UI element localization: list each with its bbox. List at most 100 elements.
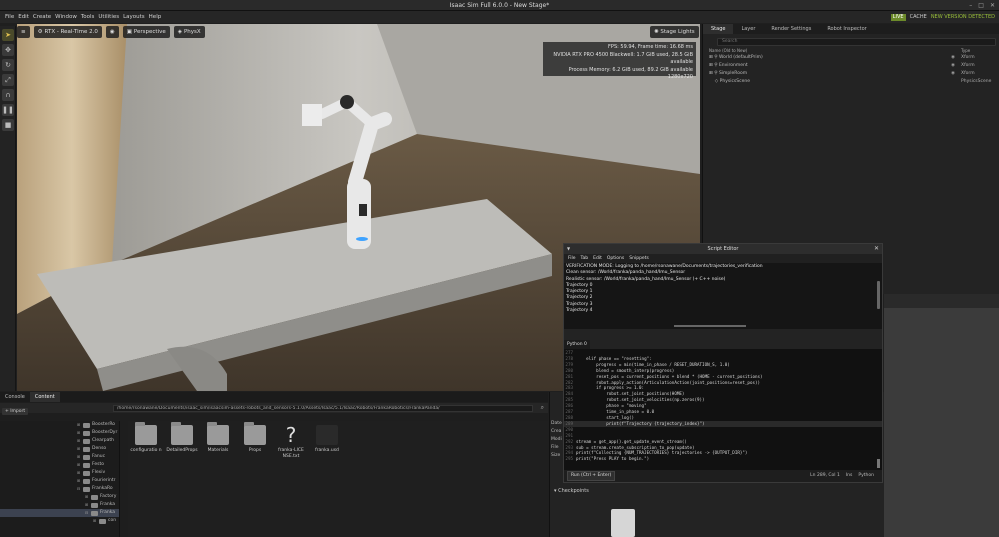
file-item[interactable]: franka.usd [310,425,344,454]
script-output-log[interactable]: VERIFICATION MODE: Logging to /home/rson… [564,263,882,329]
live-badge[interactable]: LIVE [890,13,906,21]
run-button[interactable]: Run (Ctrl + Enter) [567,471,616,481]
select-tool-icon[interactable]: ➤ [2,29,14,41]
tree-item[interactable]: ⊞ BoosterDyr [0,429,119,437]
visibility-button[interactable]: ◉ [105,26,119,38]
editor-menu-edit[interactable]: Edit [593,254,602,263]
stop-icon[interactable]: ■ [2,119,14,131]
expand-icon[interactable]: ⊞ [92,517,97,525]
camera-button[interactable]: ▣ Perspective [122,26,170,38]
tree-item[interactable]: ⊞ Flexiv [0,469,119,477]
snap-tool-icon[interactable]: ∩ [2,89,14,101]
menu-help[interactable]: Help [147,14,164,20]
expand-icon[interactable]: ⊞ [76,445,81,453]
code-vertical-scrollbar[interactable] [877,459,880,468]
stage-lights-button[interactable]: ✺ Stage Lights [650,26,699,38]
expand-icon[interactable]: ⊞ [84,493,89,501]
tree-item[interactable]: ⊞ Franka [0,501,119,509]
menu-tools[interactable]: Tools [79,14,97,20]
editor-menu-options[interactable]: Options [607,254,624,263]
file-item[interactable]: configuratio n [129,422,163,454]
scale-tool-icon[interactable]: ⤢ [2,74,14,86]
cache-indicator[interactable]: CACHE [910,14,927,20]
menu-create[interactable]: Create [31,14,53,20]
eye-icon[interactable]: ◉ [951,54,955,62]
file-item[interactable]: ? franka-LICE NSE.txt [274,425,308,460]
tree-item[interactable]: ⊞ Clearpath [0,437,119,445]
expand-icon[interactable]: ⊞ [76,461,81,469]
pause-icon[interactable]: ❚❚ [2,104,14,116]
viewport-menu-button[interactable]: ≡ [17,26,30,38]
camera-label: Perspective [133,29,166,35]
maximize-button[interactable]: □ [978,0,984,11]
expand-icon[interactable]: ⊞ [76,421,81,429]
code-editor[interactable]: 277 278 elif phase == "resetting": 279 p… [564,349,882,470]
import-button[interactable]: + Import [2,407,29,415]
eye-icon[interactable]: ◉ [951,62,955,70]
stage-row-simpleroom[interactable]: ⊞ ⚲ SimpleRoom ◉ Xform [703,70,999,78]
editor-menu-file[interactable]: File [568,254,576,263]
editor-menu-snippets[interactable]: Snippets [629,254,649,263]
tab-stage[interactable]: Stage [703,24,734,34]
expand-icon[interactable]: ⊞ [76,453,81,461]
file-item[interactable]: DetailedProps [165,422,199,454]
file-grid: configuratio n DetailedProps Materials P… [128,421,548,537]
col-type[interactable]: Type [961,48,970,53]
editor-menu-tab[interactable]: Tab [581,254,589,263]
menu-edit[interactable]: Edit [16,14,31,20]
script-editor-title-bar[interactable]: ▼ Script Editor ✕ [564,244,882,254]
minimize-button[interactable]: – [969,0,972,11]
editor-splitter[interactable] [564,329,882,340]
stage-row-world[interactable]: ⊞ ⚲ World (defaultPrim) ◉ Xform [703,54,999,62]
checkpoints-section[interactable]: ▾ Checkpoints [554,488,589,494]
tree-item[interactable]: ⊞ Fanuc [0,453,119,461]
tree-item[interactable]: ⊞ Fourierintr [0,477,119,485]
search-icon[interactable]: ⌕ [537,404,548,412]
rotate-tool-icon[interactable]: ↻ [2,59,14,71]
log-horizontal-scrollbar[interactable] [674,325,746,327]
folder-icon [83,422,90,428]
file-item[interactable]: Props [238,422,272,454]
tree-item[interactable]: ⊞ Factory [0,493,119,501]
tab-render-settings[interactable]: Render Settings [763,24,819,34]
collapse-icon[interactable]: ⊟ [76,485,81,493]
stage-search-input[interactable]: Search [717,38,996,46]
tree-item[interactable]: ⊞ Denso [0,445,119,453]
menu-utilities[interactable]: Utilities [96,14,121,20]
stage-row-physicsscene[interactable]: ◇ PhysicsScene PhysicsScene [703,78,999,86]
expand-icon[interactable]: ⊞ [76,469,81,477]
tree-item-selected[interactable]: ⊟ Franka [0,509,119,517]
file-info-created: Crea [551,429,562,434]
expand-icon[interactable]: ⊞ [76,437,81,445]
collapse-icon[interactable]: ▼ [567,244,570,254]
stage-row-environment[interactable]: ⊞ ⚲ Environment ◉ Xform [703,62,999,70]
tab-content[interactable]: Content [29,392,60,402]
tree-item[interactable]: ⊞ con [0,517,119,525]
collapse-icon[interactable]: ⊟ [84,509,89,517]
eye-icon[interactable]: ◉ [951,70,955,78]
new-version-notice[interactable]: NEW VERSION DETECTED [931,14,995,20]
tab-layer[interactable]: Layer [733,24,763,34]
prim-type: PhysicsScene [961,79,992,84]
file-item[interactable]: Materials [201,422,235,454]
tab-python-0[interactable]: Python 0 [564,340,590,349]
log-vertical-scrollbar[interactable] [877,281,880,309]
expand-icon[interactable]: ⊞ [76,477,81,485]
content-path-input[interactable]: /home/rsonawane/Documents/isaac_sim/isaa… [113,404,533,412]
code-text: print("Press PLAY to begin.") [576,456,650,462]
tree-item[interactable]: ⊞ Festo [0,461,119,469]
physics-button[interactable]: ◈ PhysX [173,26,205,38]
tree-item[interactable]: ⊟ FrankaRo [0,485,119,493]
tree-item[interactable]: ⊞ BoosterRo [0,421,119,429]
tab-console[interactable]: Console [0,392,30,402]
menu-file[interactable]: File [3,14,16,20]
menu-window[interactable]: Window [53,14,79,20]
expand-icon[interactable]: ⊞ [84,501,89,509]
renderer-button[interactable]: ⚙ RTX - Real-Time 2.0 [33,26,102,38]
close-icon[interactable]: ✕ [874,244,879,254]
expand-icon[interactable]: ⊞ [76,429,81,437]
menu-layouts[interactable]: Layouts [121,14,147,20]
move-tool-icon[interactable]: ✥ [2,44,14,56]
close-button[interactable]: ✕ [990,0,995,11]
tab-robot-inspector[interactable]: Robot Inspector [819,24,874,34]
